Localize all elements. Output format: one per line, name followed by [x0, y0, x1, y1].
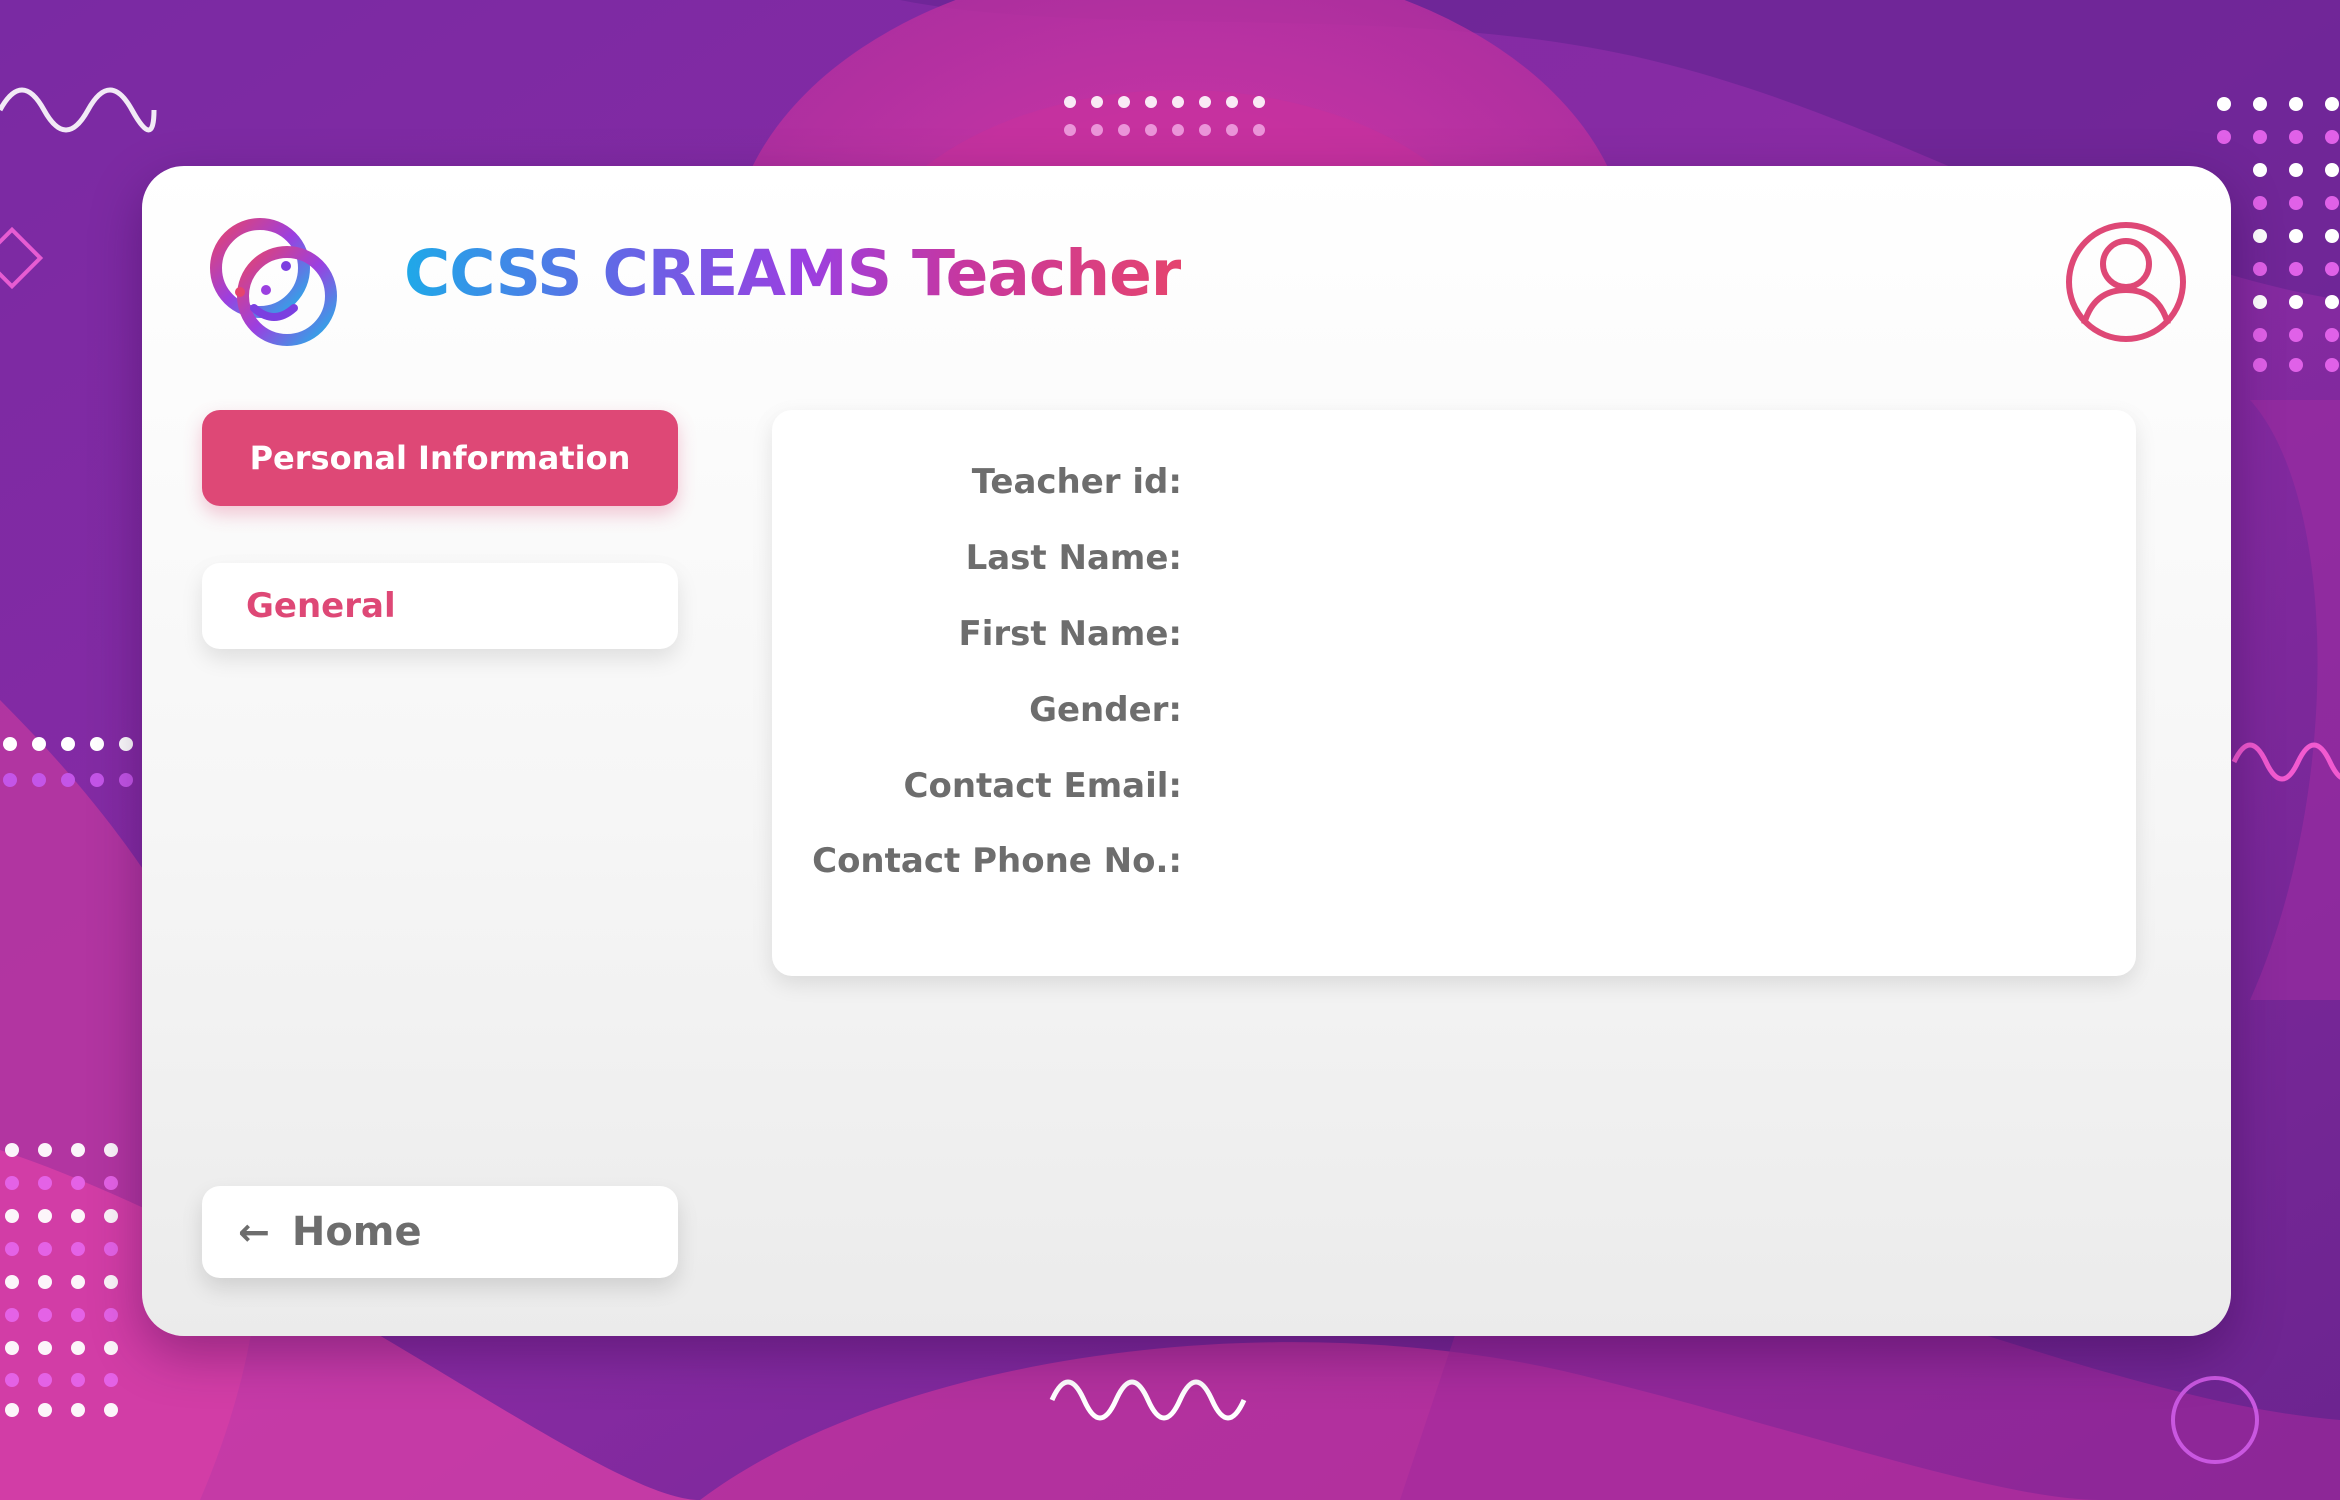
first-name-label: First Name:: [958, 614, 1182, 654]
tab-general-label: General: [246, 586, 396, 626]
gender-label: Gender:: [1029, 690, 1182, 730]
app-title: CCSS CREAMS Teacher: [404, 237, 1182, 310]
home-button[interactable]: ← Home: [202, 1186, 678, 1278]
teacher-id-label: Teacher id:: [971, 462, 1182, 502]
tab-general[interactable]: General: [202, 563, 678, 649]
personal-info-panel: Teacher id: Last Name: First Name: Gende…: [772, 410, 2136, 976]
arrow-left-icon: ←: [238, 1210, 270, 1254]
user-profile-icon[interactable]: [2064, 220, 2188, 344]
main-card: CCSS CREAMS Teacher Personal Information…: [142, 166, 2231, 1336]
ccss-creams-logo-icon: [210, 218, 337, 346]
contact-phone-label: Contact Phone No.:: [812, 841, 1182, 881]
tab-personal-information[interactable]: Personal Information: [202, 410, 678, 506]
tab-personal-information-label: Personal Information: [249, 439, 631, 477]
contact-email-label: Contact Email:: [903, 766, 1182, 806]
last-name-label: Last Name:: [965, 538, 1182, 578]
home-button-label: Home: [291, 1209, 422, 1255]
